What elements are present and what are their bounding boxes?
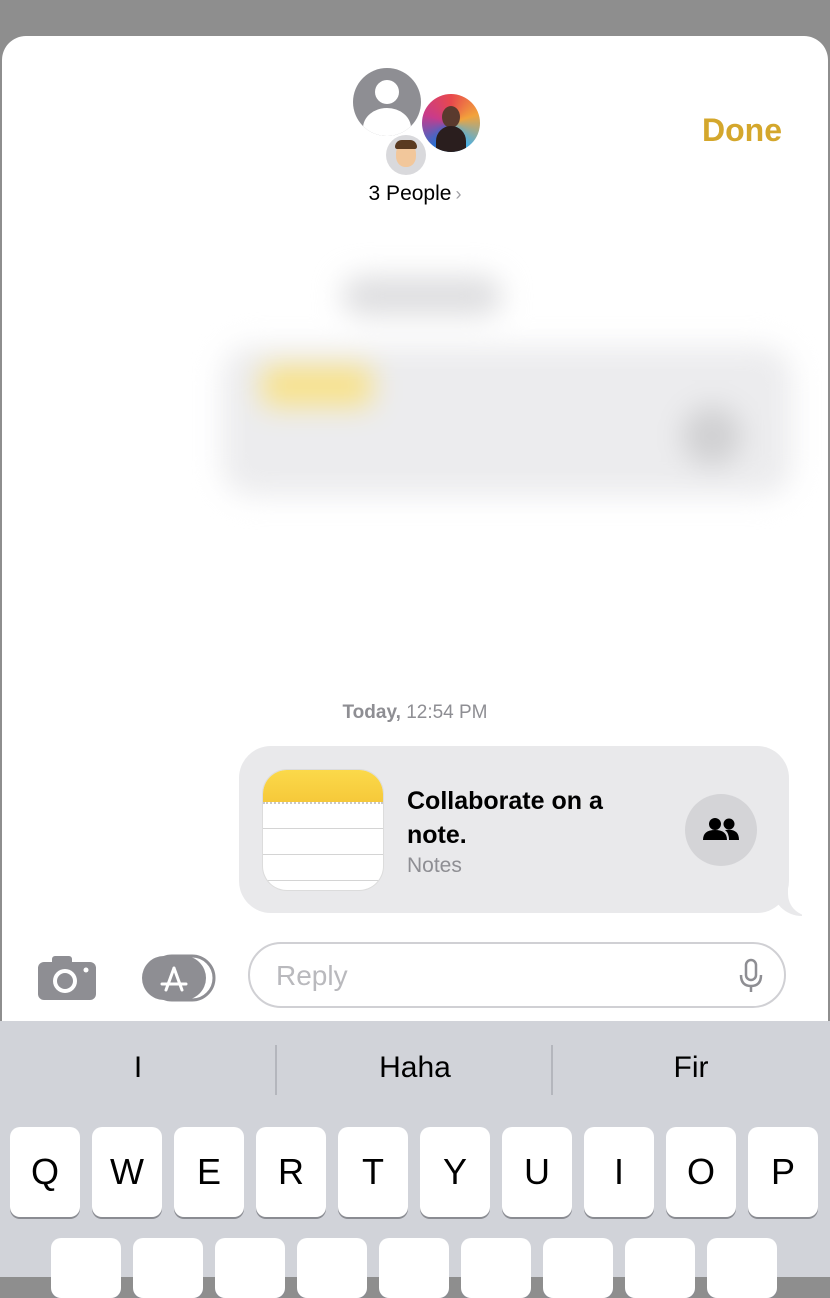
- key[interactable]: O: [666, 1127, 736, 1217]
- blurred-preview: [222, 256, 802, 516]
- key[interactable]: E: [174, 1127, 244, 1217]
- key[interactable]: [133, 1238, 203, 1298]
- timestamp-time: 12:54 PM: [406, 702, 488, 723]
- dictation-button[interactable]: [738, 958, 764, 994]
- key[interactable]: R: [256, 1127, 326, 1217]
- key[interactable]: [707, 1238, 777, 1298]
- key[interactable]: U: [502, 1127, 572, 1217]
- key[interactable]: [297, 1238, 367, 1298]
- avatar-photo[interactable]: [422, 94, 480, 152]
- people-icon: [703, 818, 739, 840]
- key[interactable]: Y: [420, 1127, 490, 1217]
- suggestion-1[interactable]: I: [0, 1051, 276, 1085]
- key[interactable]: Q: [10, 1127, 80, 1217]
- notes-app-icon: [263, 770, 383, 890]
- timestamp-day: Today,: [342, 702, 401, 723]
- key[interactable]: I: [584, 1127, 654, 1217]
- camera-button[interactable]: [36, 954, 98, 1002]
- key[interactable]: [51, 1238, 121, 1298]
- key[interactable]: W: [92, 1127, 162, 1217]
- chevron-right-icon: ›: [455, 184, 462, 204]
- collaboration-message-bubble[interactable]: Collaborate on a note. Notes: [239, 746, 789, 913]
- collaborators-button[interactable]: [685, 794, 757, 866]
- key[interactable]: [379, 1238, 449, 1298]
- app-store-button[interactable]: [140, 954, 216, 1002]
- key[interactable]: [543, 1238, 613, 1298]
- avatar-memoji[interactable]: [386, 135, 426, 175]
- message-subtitle: Notes: [407, 854, 462, 877]
- key[interactable]: P: [748, 1127, 818, 1217]
- key[interactable]: [461, 1238, 531, 1298]
- camera-icon: [38, 956, 96, 1000]
- reply-placeholder: Reply: [276, 960, 348, 991]
- keyboard: I Haha Fir Q W E R T Y U I O P: [0, 1021, 830, 1298]
- message-title: Collaborate on a note.: [407, 787, 603, 849]
- key[interactable]: [215, 1238, 285, 1298]
- key[interactable]: T: [338, 1127, 408, 1217]
- suggestion-3[interactable]: Fir: [553, 1051, 829, 1085]
- message-timestamp: Today, 12:54 PM: [2, 702, 828, 724]
- reply-input[interactable]: Reply: [248, 942, 786, 1008]
- microphone-icon: [739, 958, 763, 992]
- key[interactable]: [625, 1238, 695, 1298]
- group-people-label: 3 People: [368, 182, 452, 205]
- done-button[interactable]: Done: [702, 112, 782, 149]
- group-people-link[interactable]: 3 People ›: [2, 182, 828, 206]
- app-store-icon: [142, 954, 216, 1002]
- avatar-placeholder[interactable]: [353, 68, 421, 136]
- suggestion-2[interactable]: Haha: [277, 1051, 553, 1085]
